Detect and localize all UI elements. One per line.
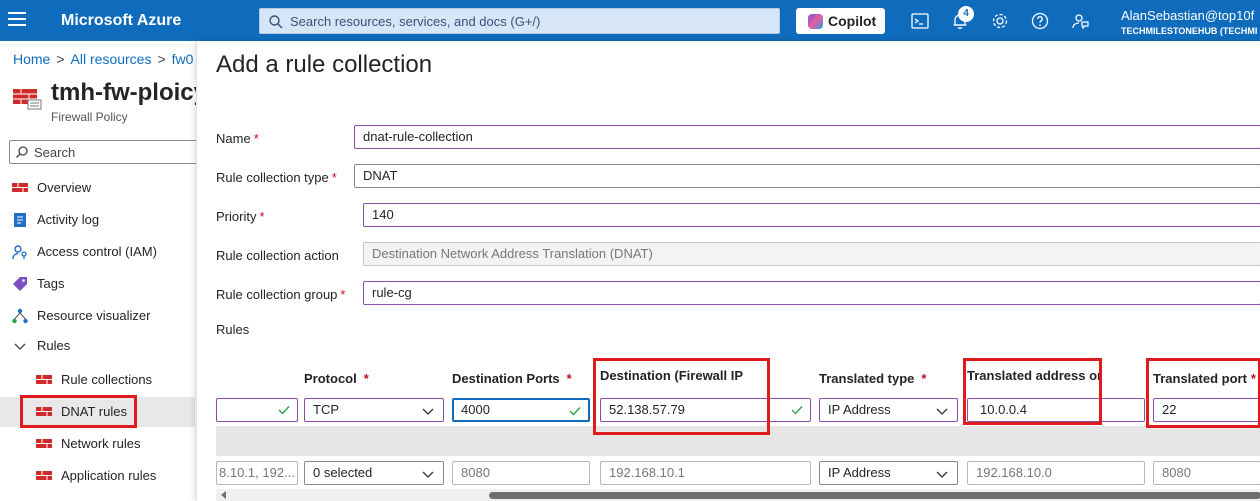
priority-input[interactable]: 140 (363, 203, 1260, 227)
horizontal-scrollbar-thumb[interactable] (489, 492, 1260, 499)
access-control-icon (12, 245, 27, 260)
resource-title: tmh-fw-ploicy (51, 79, 196, 106)
chevron-down-icon (422, 471, 434, 478)
global-search-input[interactable]: Search resources, services, and docs (G+… (259, 8, 780, 34)
menu-search-placeholder: Search (34, 145, 76, 160)
nav-label-access-control: Access control (IAM) (37, 244, 157, 259)
account-tenant-name[interactable]: TECHMILESTONEHUB (TECHMI (1121, 26, 1257, 36)
breadcrumb-current[interactable]: fw0 (172, 51, 194, 67)
checkmark-icon (791, 406, 803, 415)
nav-item-access-control[interactable]: Access control (IAM) (0, 237, 195, 267)
chevron-down-icon (14, 343, 26, 350)
rule2-destination-ports-input[interactable]: 8080 (452, 461, 590, 485)
rule-collection-type-field[interactable]: DNAT (354, 164, 1260, 188)
help-icon[interactable] (1030, 11, 1050, 31)
rules-section-label: Rules (216, 322, 250, 337)
highlight-box-destination (593, 358, 770, 435)
nav-label-rules: Rules (37, 338, 71, 353)
breadcrumb-separator: > (157, 51, 166, 67)
add-rule-collection-blade: Add a rule collection Name * dnat-rule-co… (196, 41, 1260, 501)
header-protocol: Protocol * (304, 371, 369, 386)
firewall-icon (36, 375, 52, 384)
rule-collection-action-field: Destination Network Address Translation … (363, 242, 1260, 266)
copilot-label: Copilot (828, 13, 877, 29)
nav-item-application-rules[interactable]: Application rules (0, 461, 195, 491)
highlight-box-dnat-rules (20, 395, 137, 428)
nav-label-tags: Tags (37, 276, 65, 291)
notification-count-badge: 4 (958, 6, 974, 22)
resource-type-subtitle: Firewall Policy (51, 110, 128, 124)
name-input[interactable]: dnat-rule-collection (354, 125, 1260, 149)
breadcrumb-home[interactable]: Home (13, 51, 50, 67)
rule-collection-type-label: Rule collection type * (216, 170, 337, 185)
menu-search-input[interactable]: Search (9, 140, 199, 164)
nav-label-resource-visualizer: Resource visualizer (37, 308, 151, 323)
resource-visualizer-icon (12, 308, 28, 324)
breadcrumb-all-resources[interactable]: All resources (71, 51, 152, 67)
nav-label-application-rules: Application rules (61, 468, 157, 483)
nav-label-activity-log: Activity log (37, 212, 100, 227)
rule2-protocol-select[interactable]: 0 selected (304, 461, 444, 485)
chevron-down-icon (422, 408, 434, 415)
blade-title: Add a rule collection (216, 51, 433, 78)
firewall-icon (36, 439, 52, 448)
highlight-box-translated-port (1146, 358, 1260, 428)
nav-label-network-rules: Network rules (61, 436, 141, 451)
copilot-icon (808, 14, 823, 29)
tag-icon (13, 277, 27, 291)
top-bar: Microsoft Azure Search resources, servic… (0, 0, 1260, 41)
rule2-destination-input[interactable]: 192.168.10.1 (600, 461, 811, 485)
rule1-protocol-select[interactable]: TCP (304, 398, 444, 422)
priority-label: Priority * (216, 209, 265, 224)
chevron-down-icon (936, 408, 948, 415)
rule1-source-input[interactable] (216, 398, 298, 422)
rule-collection-action-label: Rule collection action (216, 248, 339, 263)
nav-label-rule-collections: Rule collections (61, 372, 153, 387)
firewall-icon (36, 471, 52, 480)
search-placeholder: Search resources, services, and docs (G+… (290, 14, 541, 29)
firewall-icon (12, 183, 28, 192)
rule-collection-group-input[interactable]: rule-cg (363, 281, 1260, 305)
search-icon (16, 146, 28, 158)
nav-item-activity-log[interactable]: Activity log (0, 205, 195, 235)
nav-item-overview[interactable]: Overview (0, 173, 195, 203)
feedback-icon[interactable] (1070, 11, 1090, 31)
cloud-shell-icon[interactable] (910, 11, 930, 31)
account-user-name[interactable]: AlanSebastian@top10f (1121, 8, 1254, 23)
rule2-translated-address-input[interactable]: 192.168.10.0 (967, 461, 1145, 485)
rule2-translated-port-input[interactable]: 8080 (1153, 461, 1260, 485)
nav-group-rules[interactable]: Rules (0, 331, 195, 361)
search-icon (269, 15, 283, 29)
header-destination-ports: Destination Ports * (452, 371, 572, 386)
rule2-source-input[interactable]: 8.10.1, 192... (216, 461, 298, 485)
brand-title[interactable]: Microsoft Azure (61, 12, 181, 30)
nav-item-tags[interactable]: Tags (0, 269, 195, 299)
firewall-policy-icon (13, 89, 42, 110)
nav-label-overview: Overview (37, 180, 92, 195)
breadcrumb-separator: > (56, 51, 65, 67)
breadcrumb: Home > All resources > fw0 (13, 51, 193, 67)
header-translated-type: Translated type * (819, 371, 927, 386)
copilot-button[interactable]: Copilot (796, 8, 885, 34)
rule2-translated-type-select[interactable]: IP Address (819, 461, 958, 485)
nav-item-rule-collections[interactable]: Rule collections (0, 365, 195, 395)
nav-item-resource-visualizer[interactable]: Resource visualizer (0, 301, 195, 331)
rule1-destination-ports-input[interactable]: 4000 (452, 398, 590, 422)
name-label: Name * (216, 131, 259, 146)
rule-collection-group-label: Rule collection group * (216, 287, 346, 302)
rule1-translated-type-select[interactable]: IP Address (819, 398, 958, 422)
checkmark-icon (569, 407, 581, 416)
scroll-left-arrow-icon[interactable] (219, 490, 229, 500)
nav-item-network-rules[interactable]: Network rules (0, 429, 195, 459)
checkmark-icon (278, 406, 290, 415)
activity-log-icon (14, 213, 26, 227)
menu-icon[interactable] (8, 12, 26, 28)
settings-gear-icon[interactable] (990, 11, 1010, 31)
highlight-box-translated-address (963, 358, 1102, 425)
chevron-down-icon (936, 471, 948, 478)
